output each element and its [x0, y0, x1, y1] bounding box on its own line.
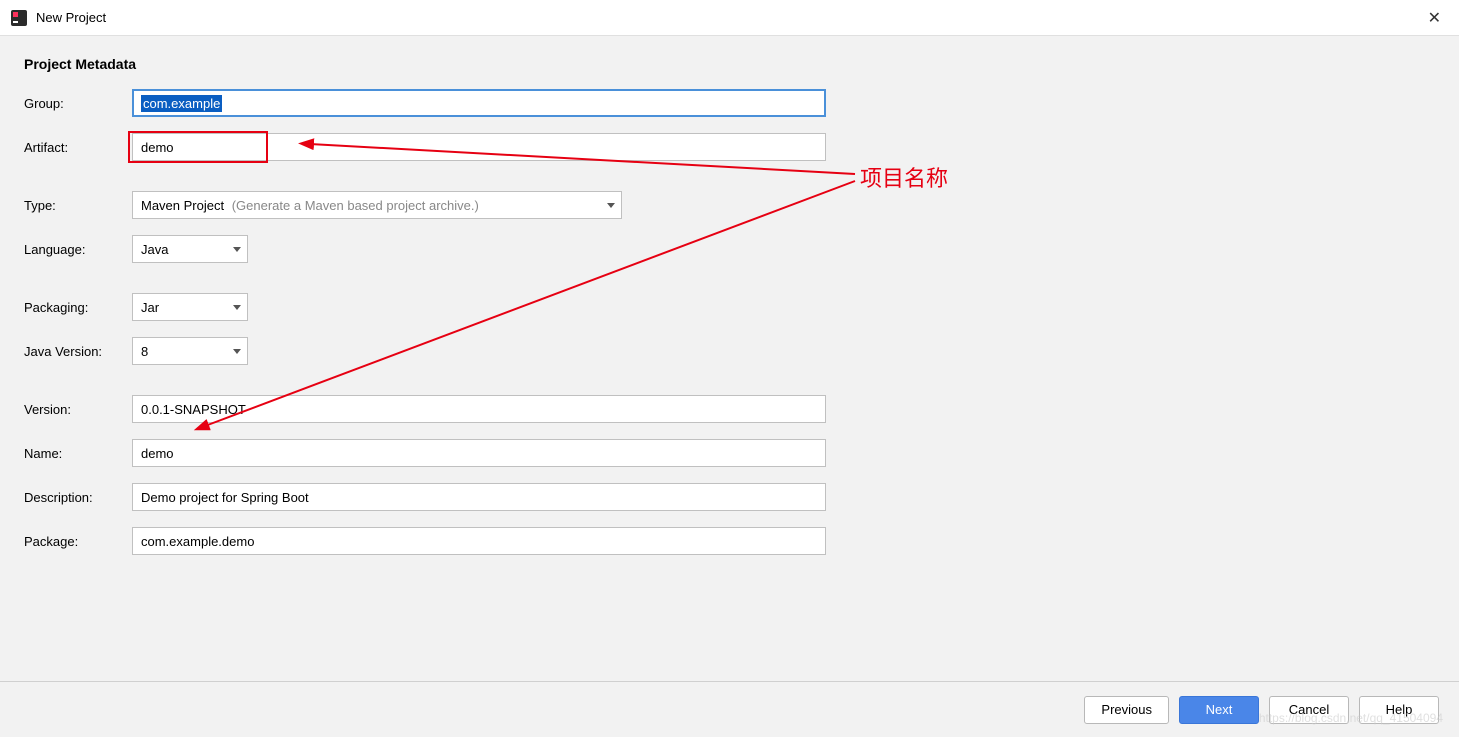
window-title: New Project — [36, 10, 106, 25]
language-value: Java — [141, 242, 227, 257]
package-label: Package: — [24, 534, 132, 549]
type-dropdown[interactable]: Maven Project (Generate a Maven based pr… — [132, 191, 622, 219]
name-input[interactable] — [132, 439, 826, 467]
version-input[interactable] — [132, 395, 826, 423]
java-version-label: Java Version: — [24, 344, 132, 359]
java-version-dropdown[interactable]: 8 — [132, 337, 248, 365]
language-dropdown[interactable]: Java — [132, 235, 248, 263]
group-label: Group: — [24, 96, 132, 111]
type-hint: (Generate a Maven based project archive.… — [232, 198, 479, 213]
name-label: Name: — [24, 446, 132, 461]
chevron-down-icon — [607, 203, 615, 208]
version-label: Version: — [24, 402, 132, 417]
intellij-icon — [10, 9, 28, 27]
type-value: Maven Project — [141, 198, 224, 213]
group-value: com.example — [141, 95, 222, 112]
footer-buttons: Previous Next Cancel Help — [0, 681, 1459, 737]
packaging-dropdown[interactable]: Jar — [132, 293, 248, 321]
annotation-text: 项目名称 — [860, 161, 948, 193]
titlebar: New Project ✕ — [0, 0, 1459, 36]
next-button[interactable]: Next — [1179, 696, 1259, 724]
language-label: Language: — [24, 242, 132, 257]
packaging-value: Jar — [141, 300, 227, 315]
cancel-button[interactable]: Cancel — [1269, 696, 1349, 724]
artifact-input[interactable] — [132, 133, 826, 161]
artifact-label: Artifact: — [24, 140, 132, 155]
help-button[interactable]: Help — [1359, 696, 1439, 724]
group-input[interactable]: com.example — [132, 89, 826, 117]
section-title: Project Metadata — [24, 56, 1435, 72]
java-version-value: 8 — [141, 344, 227, 359]
content-area: Project Metadata Group: com.example Arti… — [0, 36, 1459, 590]
packaging-label: Packaging: — [24, 300, 132, 315]
type-label: Type: — [24, 198, 132, 213]
chevron-down-icon — [233, 305, 241, 310]
package-input[interactable] — [132, 527, 826, 555]
description-input[interactable] — [132, 483, 826, 511]
description-label: Description: — [24, 490, 132, 505]
chevron-down-icon — [233, 247, 241, 252]
previous-button[interactable]: Previous — [1084, 696, 1169, 724]
close-icon[interactable]: ✕ — [1420, 4, 1449, 32]
chevron-down-icon — [233, 349, 241, 354]
